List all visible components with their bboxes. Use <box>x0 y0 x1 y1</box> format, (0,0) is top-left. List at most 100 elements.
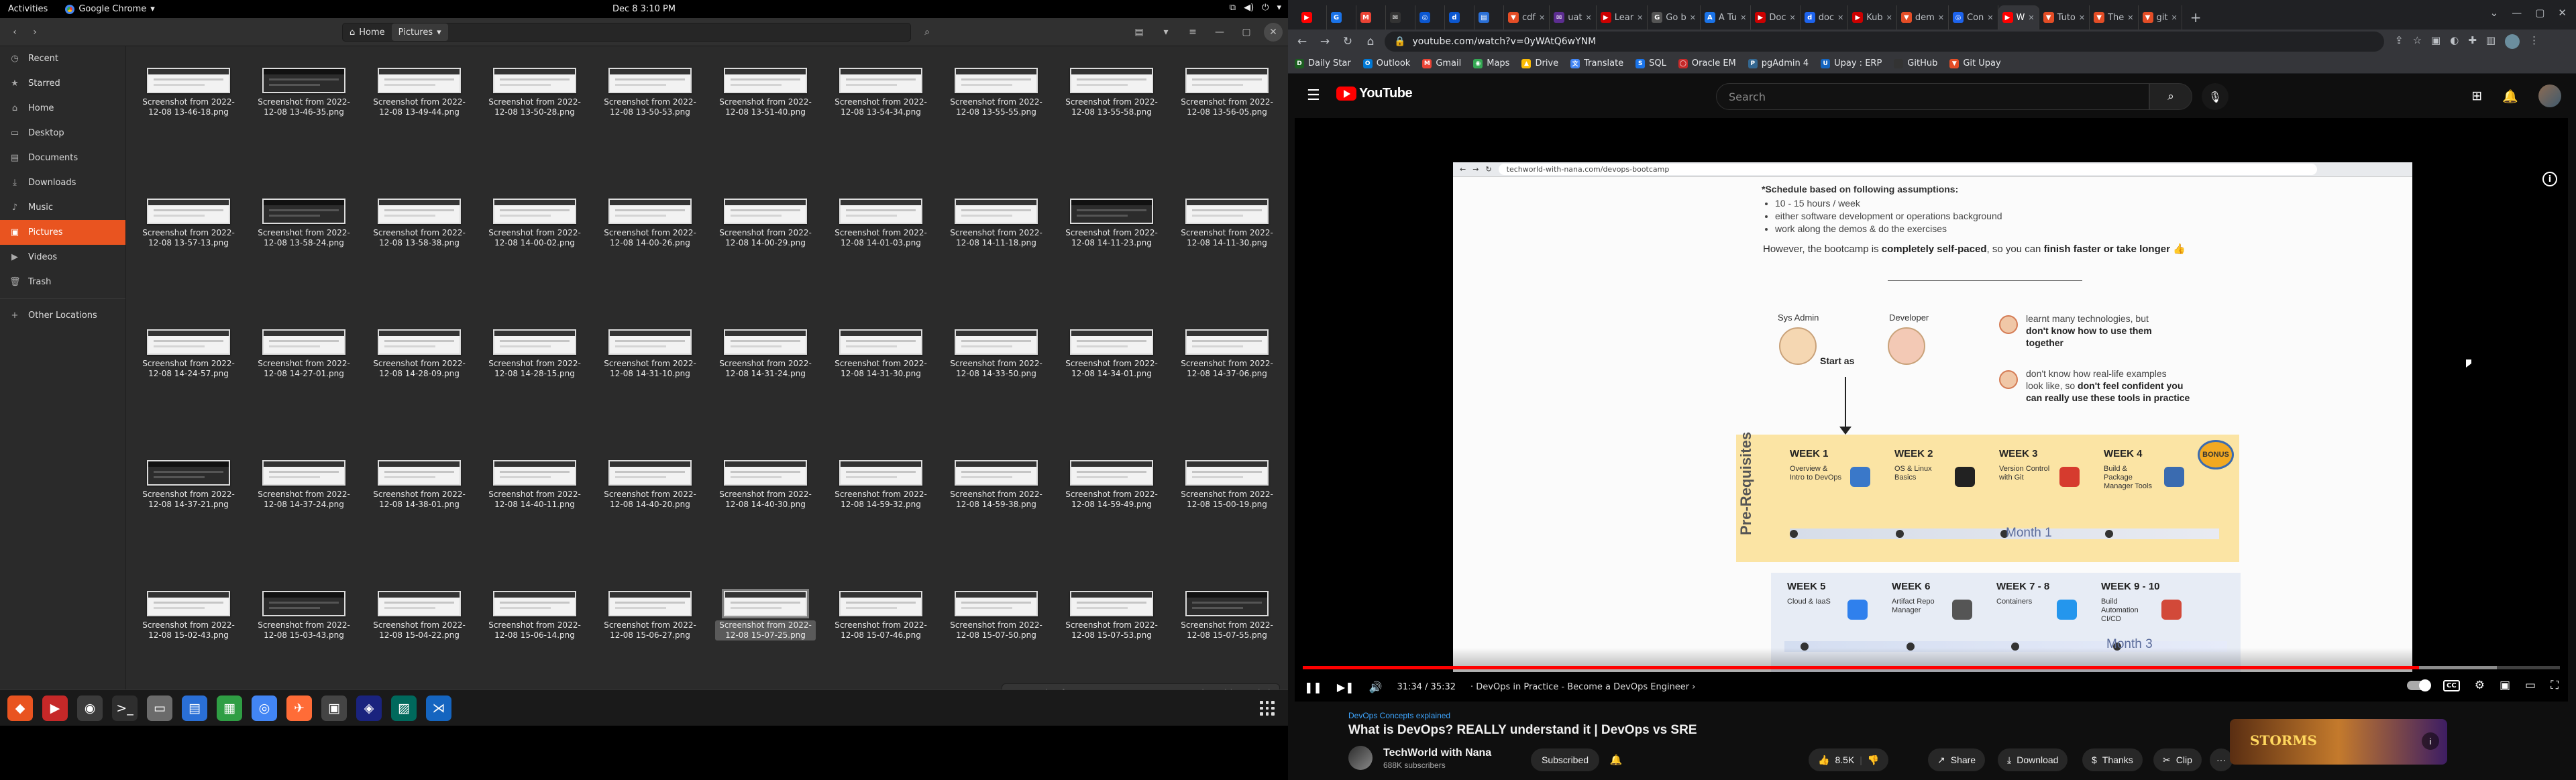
browser-tab[interactable]: ▼ The ✕ <box>2090 5 2139 30</box>
browser-tab[interactable]: AA Tu ✕ <box>1701 5 1752 30</box>
sidebar-item-downloads[interactable]: ⤓ Downloads <box>0 170 125 195</box>
file-item[interactable]: Screenshot from 2022-12-08 14-31-30.png <box>830 329 931 379</box>
bookmark-item[interactable]: D Daily Star <box>1295 58 1351 68</box>
sidebar-item-starred[interactable]: ★ Starred <box>0 71 125 96</box>
app-game-icon[interactable]: ◈ <box>356 695 382 721</box>
browser-tab[interactable]: ▼ git ✕ <box>2139 5 2182 30</box>
file-item[interactable]: Screenshot from 2022-12-08 15-06-14.png <box>484 591 585 640</box>
search-input[interactable]: Search <box>1716 83 2149 110</box>
file-item[interactable]: Screenshot from 2022-12-08 14-27-01.png <box>254 329 354 379</box>
channel-avatar[interactable] <box>1348 746 1373 770</box>
file-item[interactable]: Screenshot from 2022-12-08 15-07-46.png <box>830 591 931 640</box>
view-toggle-button[interactable]: ▤ <box>1130 23 1148 42</box>
maximize-button[interactable]: ▢ <box>2535 7 2544 19</box>
address-bar[interactable]: 🔒 youtube.com/watch?v=0yWAtQ6wYNM <box>1385 32 2384 52</box>
breadcrumb-home[interactable]: ⌂ Home <box>343 23 392 41</box>
extension-icon[interactable]: ▣ <box>2431 34 2440 49</box>
maximize-button[interactable]: ▢ <box>1237 23 1256 42</box>
progress-bar[interactable] <box>1303 666 2560 669</box>
file-item[interactable]: Screenshot from 2022-12-08 14-00-02.png <box>484 199 585 248</box>
browser-tab[interactable]: G Go b ✕ <box>1648 5 1701 30</box>
file-item[interactable]: Screenshot from 2022-12-08 14-11-23.png <box>1061 199 1162 248</box>
browser-tab[interactable]: ▶ Lear ✕ <box>1597 5 1648 30</box>
file-item[interactable]: Screenshot from 2022-12-08 14-28-09.png <box>369 329 470 379</box>
file-item[interactable]: Screenshot from 2022-12-08 13-51-40.png <box>715 68 816 117</box>
bookmark-item[interactable]: ◯ Oracle EM <box>1678 58 1736 68</box>
sidebar-item-other-locations[interactable]: + Other Locations <box>0 303 125 328</box>
file-item[interactable]: Screenshot from 2022-12-08 13-50-28.png <box>484 68 585 117</box>
close-button[interactable]: ✕ <box>2558 7 2567 19</box>
file-item[interactable]: Screenshot from 2022-12-08 14-01-03.png <box>830 199 931 248</box>
theater-mode-icon[interactable]: ▭ <box>2525 679 2536 692</box>
pause-button[interactable]: ❚❚ <box>1304 681 1322 693</box>
download-button[interactable]: ⤓ Download <box>1998 748 2068 771</box>
file-item[interactable]: Screenshot from 2022-12-08 13-57-13.png <box>138 199 239 248</box>
file-item[interactable]: Screenshot from 2022-12-08 14-59-32.png <box>830 460 931 510</box>
tab-close-icon[interactable]: ✕ <box>1790 13 1796 22</box>
app-mon-icon[interactable]: ▣ <box>321 695 347 721</box>
file-item[interactable]: Screenshot from 2022-12-08 14-31-24.png <box>715 329 816 379</box>
file-item[interactable]: Screenshot from 2022-12-08 14-37-06.png <box>1177 329 1277 379</box>
clip-button[interactable]: ✂ Clip <box>2153 748 2202 771</box>
browser-tab[interactable]: d doc ✕ <box>1801 5 1849 30</box>
share-icon[interactable]: ⇪ <box>2395 34 2404 49</box>
tab-close-icon[interactable]: ✕ <box>1586 13 1592 22</box>
sidebar-item-music[interactable]: ♪ Music <box>0 195 125 220</box>
file-item[interactable]: Screenshot from 2022-12-08 13-50-53.png <box>600 68 700 117</box>
file-item[interactable]: Screenshot from 2022-12-08 14-37-24.png <box>254 460 354 510</box>
file-item[interactable]: Screenshot from 2022-12-08 15-07-25.png <box>715 589 816 640</box>
file-item[interactable]: Screenshot from 2022-12-08 14-00-29.png <box>715 199 816 248</box>
file-item[interactable]: Screenshot from 2022-12-08 14-31-10.png <box>600 329 700 379</box>
file-item[interactable]: Screenshot from 2022-12-08 14-00-26.png <box>600 199 700 248</box>
file-item[interactable]: Screenshot from 2022-12-08 14-59-49.png <box>1061 460 1162 510</box>
browser-tab[interactable]: ▼ Tuto ✕ <box>2039 5 2090 30</box>
star-icon[interactable]: ☆ <box>2413 34 2422 49</box>
file-item[interactable]: Screenshot from 2022-12-08 15-06-27.png <box>600 591 700 640</box>
sidebar-item-documents[interactable]: ▤ Documents <box>0 146 125 170</box>
extension-icon[interactable]: ◐ <box>2450 34 2459 49</box>
file-item[interactable]: Screenshot from 2022-12-08 13-58-24.png <box>254 199 354 248</box>
home-button[interactable]: ⌂ <box>1362 35 1379 48</box>
browser-tab[interactable]: ◎ Con ✕ <box>1949 5 1998 30</box>
voice-search-button[interactable]: 🎙 <box>2202 83 2229 110</box>
sidebar-item-videos[interactable]: ▶ Videos <box>0 245 125 270</box>
share-button[interactable]: ↗ Share <box>1928 748 1986 771</box>
sidebar-item-desktop[interactable]: ▭ Desktop <box>0 121 125 146</box>
info-icon[interactable]: i <box>2422 732 2439 750</box>
new-tab-button[interactable]: + <box>2182 5 2210 30</box>
tab-close-icon[interactable]: ✕ <box>1740 13 1746 22</box>
tab-close-icon[interactable]: ✕ <box>2028 13 2034 22</box>
app-obs-icon[interactable]: ◉ <box>77 695 103 721</box>
browser-tab[interactable]: ▼ cdf ✕ <box>1504 5 1550 30</box>
view-options-button[interactable]: ▾ <box>1157 23 1175 42</box>
hamburger-menu-icon[interactable]: ☰ <box>1307 87 1320 104</box>
app-red-icon[interactable]: ◆ <box>7 695 33 721</box>
bookmark-item[interactable]: GitHub <box>1894 58 1937 68</box>
file-item[interactable]: Screenshot from 2022-12-08 13-46-18.png <box>138 68 239 117</box>
settings-icon[interactable]: ⚙ <box>2475 679 2485 692</box>
file-item[interactable]: Screenshot from 2022-12-08 14-33-50.png <box>946 329 1046 379</box>
tab-close-icon[interactable]: ✕ <box>1886 13 1892 22</box>
bookmark-item[interactable]: 文 Translate <box>1570 58 1623 68</box>
breadcrumb-pictures[interactable]: Pictures ▾ <box>391 23 448 41</box>
autoplay-toggle[interactable] <box>2407 679 2432 691</box>
vscode-icon[interactable]: ⋊ <box>426 695 451 721</box>
file-item[interactable]: Screenshot from 2022-12-08 15-07-50.png <box>946 591 1046 640</box>
bookmark-item[interactable]: ◉ Maps <box>1473 58 1509 68</box>
bell-icon[interactable]: 🔔 <box>2502 89 2518 104</box>
hashtag-link[interactable]: DevOps Concepts explained <box>1348 711 1450 720</box>
browser-tab[interactable]: ✉ uat ✕ <box>1550 5 1597 30</box>
browser-tab[interactable]: ▶ W ✕ <box>1998 5 2039 30</box>
browser-tab[interactable]: ▶ Doc ✕ <box>1751 5 1801 30</box>
subscribed-button[interactable]: Subscribed <box>1531 748 1600 771</box>
chapter-title[interactable]: · DevOps in Practice - Become a DevOps E… <box>1470 682 1695 692</box>
file-item[interactable]: Screenshot from 2022-12-08 14-40-20.png <box>600 460 700 510</box>
tab-close-icon[interactable]: ✕ <box>1539 13 1545 22</box>
file-item[interactable]: Screenshot from 2022-12-08 15-03-43.png <box>254 591 354 640</box>
forward-button[interactable]: → <box>1316 35 1334 48</box>
info-icon[interactable]: i <box>2542 172 2557 186</box>
close-button[interactable]: ✕ <box>1264 23 1283 42</box>
bookmark-item[interactable]: U Upay : ERP <box>1821 58 1882 68</box>
back-button[interactable]: ‹ <box>5 23 24 42</box>
file-item[interactable]: Screenshot from 2022-12-08 15-02-43.png <box>138 591 239 640</box>
